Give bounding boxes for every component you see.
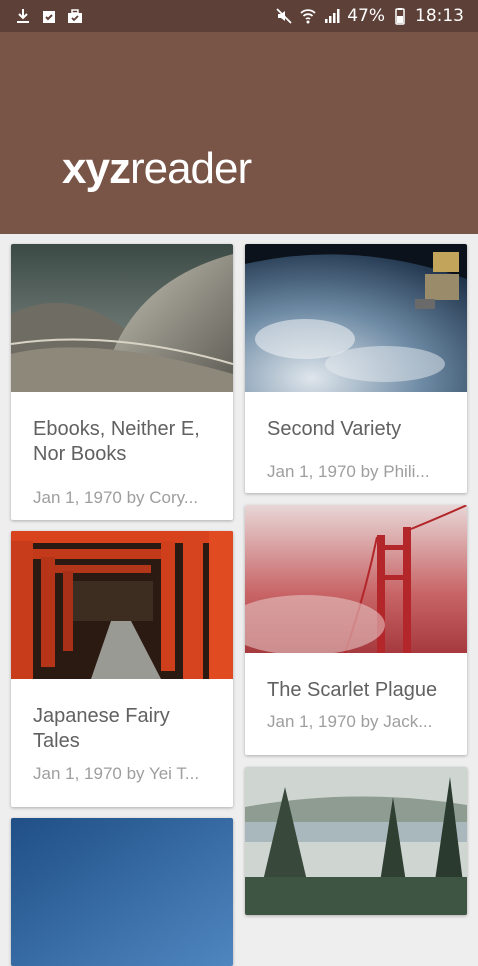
logo-bold: xyz [62, 144, 131, 193]
signal-icon [323, 7, 341, 25]
article-title: Second Variety [267, 418, 402, 440]
clock: 18:13 [415, 6, 464, 26]
status-bar: 47% 18:13 [0, 0, 478, 32]
article-thumbnail [11, 818, 233, 966]
article-title: Japanese Fairy Tales [33, 705, 170, 752]
article-byline: Jan 1, 1970 by Yei T... [33, 764, 200, 783]
article-card[interactable]: Ebooks, Neither E, Nor Books Jan 1, 1970… [11, 244, 233, 520]
article-thumbnail [11, 531, 233, 679]
mute-icon [275, 7, 293, 25]
article-card[interactable] [11, 818, 233, 966]
article-grid[interactable]: Ebooks, Neither E, Nor Books Jan 1, 1970… [0, 234, 478, 966]
article-thumbnail [245, 505, 467, 653]
app-bar: xyzreader [0, 32, 478, 234]
article-byline: Jan 1, 1970 by Phili... [267, 462, 430, 481]
article-card[interactable]: Japanese Fairy Tales Jan 1, 1970 by Yei … [11, 531, 233, 807]
article-thumbnail [11, 244, 233, 392]
article-thumbnail [245, 244, 467, 392]
article-byline: Jan 1, 1970 by Jack... [267, 712, 433, 731]
wifi-icon [299, 7, 317, 25]
article-title: Ebooks, Neither E, Nor Books [33, 418, 200, 465]
article-byline: Jan 1, 1970 by Cory... [33, 488, 199, 507]
briefcase-icon [66, 7, 84, 25]
battery-percentage: 47% [347, 6, 385, 26]
logo-light: reader [129, 144, 252, 193]
download-icon [14, 7, 32, 25]
article-thumbnail [245, 767, 467, 915]
battery-icon [391, 7, 409, 25]
article-card[interactable]: Second Variety Jan 1, 1970 by Phili... [245, 244, 467, 493]
article-card[interactable]: The Scarlet Plague Jan 1, 1970 by Jack..… [245, 505, 467, 755]
article-card[interactable] [245, 767, 467, 915]
app-logo: xyzreader [62, 144, 252, 194]
article-title: The Scarlet Plague [267, 679, 438, 701]
clipboard-check-icon [40, 7, 58, 25]
